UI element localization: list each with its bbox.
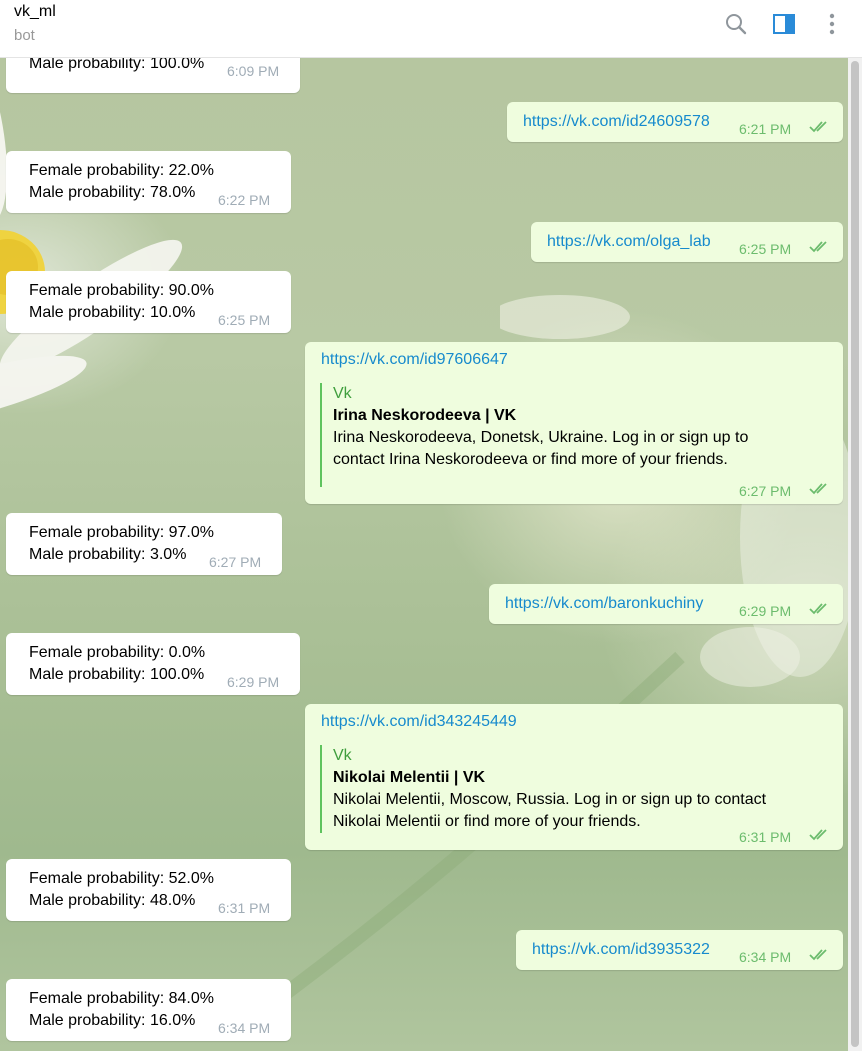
message-time: 6:31 PM xyxy=(739,829,792,845)
message-time: 6:31 PM xyxy=(218,900,271,916)
preview-title: Irina Neskorodeeva | VK xyxy=(333,407,517,424)
outgoing-message[interactable]: https://vk.com/olga_lab 6:25 PM xyxy=(531,222,843,262)
preview-title: Nikolai Melentii | VK xyxy=(333,769,486,786)
message-time: 6:25 PM xyxy=(739,241,792,257)
scrollbar-thumb[interactable] xyxy=(851,61,859,1047)
message-time: 6:29 PM xyxy=(739,603,792,619)
outgoing-message[interactable]: https://vk.com/baronkuchiny 6:29 PM xyxy=(489,584,843,624)
incoming-message[interactable]: Female probability: 97.0% Male probabili… xyxy=(6,513,282,575)
outgoing-message[interactable]: https://vk.com/id24609578 6:21 PM xyxy=(507,102,843,142)
more-vertical-icon[interactable] xyxy=(820,12,844,36)
chat-scrollbar[interactable] xyxy=(848,57,862,1051)
double-check-icon xyxy=(809,603,827,615)
message-time: 6:29 PM xyxy=(227,674,280,690)
message-text: Female probability: 52.0% xyxy=(29,870,214,887)
message-link[interactable]: https://vk.com/id97606647 xyxy=(321,349,508,371)
message-text: Female probability: 0.0% xyxy=(29,644,206,661)
chat-background[interactable]: Male probability: 100.0% 6:09 PM https:/… xyxy=(0,57,848,1051)
outgoing-message-with-preview[interactable]: https://vk.com/id97606647 Vk Irina Nesko… xyxy=(305,342,843,504)
message-link[interactable]: https://vk.com/id24609578 xyxy=(523,111,710,133)
message-link[interactable]: https://vk.com/baronkuchiny xyxy=(505,593,703,615)
outgoing-message-with-preview[interactable]: https://vk.com/id343245449 Vk Nikolai Me… xyxy=(305,704,843,850)
message-text: Female probability: 90.0% xyxy=(29,282,214,299)
message-time: 6:25 PM xyxy=(218,312,271,328)
message-text: Male probability: 100.0% xyxy=(29,666,205,683)
preview-description: Irina Neskorodeeva, Donetsk, Ukraine. Lo… xyxy=(333,429,749,446)
message-time: 6:34 PM xyxy=(218,1020,271,1036)
sidebar-toggle-icon[interactable] xyxy=(772,12,796,36)
message-text: Male probability: 100.0% xyxy=(29,57,205,72)
message-text: Male probability: 16.0% xyxy=(29,1012,196,1029)
message-text: Female probability: 84.0% xyxy=(29,990,214,1007)
incoming-message[interactable]: Female probability: 52.0% Male probabili… xyxy=(6,859,291,921)
message-time: 6:34 PM xyxy=(739,949,792,965)
preview-site-name: Vk xyxy=(333,385,352,402)
message-text: Male probability: 48.0% xyxy=(29,892,196,909)
message-text: Male probability: 78.0% xyxy=(29,184,196,201)
message-time: 6:21 PM xyxy=(739,121,792,137)
incoming-message[interactable]: Female probability: 0.0% Male probabilit… xyxy=(6,633,300,695)
double-check-icon xyxy=(809,121,827,133)
preview-description: Nikolai Melentii, Moscow, Russia. Log in… xyxy=(333,791,767,808)
message-link[interactable]: https://vk.com/olga_lab xyxy=(547,231,711,253)
message-time: 6:22 PM xyxy=(218,192,271,208)
link-preview[interactable]: Vk Irina Neskorodeeva | VK Irina Neskoro… xyxy=(320,383,843,487)
link-preview[interactable]: Vk Nikolai Melentii | VK Nikolai Melenti… xyxy=(320,745,843,833)
chat-status: bot xyxy=(14,27,35,44)
outgoing-message[interactable]: https://vk.com/id3935322 6:34 PM xyxy=(516,930,843,970)
preview-site-name: Vk xyxy=(333,747,352,764)
incoming-message[interactable]: Male probability: 100.0% 6:09 PM xyxy=(6,57,300,93)
incoming-message[interactable]: Female probability: 22.0% Male probabili… xyxy=(6,151,291,213)
message-text: Male probability: 3.0% xyxy=(29,546,187,563)
message-time: 6:27 PM xyxy=(209,554,262,570)
incoming-message[interactable]: Female probability: 90.0% Male probabili… xyxy=(6,271,291,333)
message-text: Female probability: 22.0% xyxy=(29,162,214,179)
message-time: 6:27 PM xyxy=(739,483,792,499)
chat-header: vk_ml bot xyxy=(0,0,862,58)
preview-description: contact Irina Neskorodeeva or find more … xyxy=(333,451,728,468)
search-icon[interactable] xyxy=(724,12,748,36)
chat-title[interactable]: vk_ml xyxy=(14,3,56,21)
double-check-icon xyxy=(809,483,827,495)
double-check-icon xyxy=(809,949,827,961)
message-link[interactable]: https://vk.com/id3935322 xyxy=(532,939,710,961)
double-check-icon xyxy=(809,241,827,253)
message-time: 6:09 PM xyxy=(227,63,280,79)
double-check-icon xyxy=(809,829,827,841)
message-text: Female probability: 97.0% xyxy=(29,524,214,541)
message-link[interactable]: https://vk.com/id343245449 xyxy=(321,711,517,733)
message-text: Male probability: 10.0% xyxy=(29,304,196,321)
incoming-message[interactable]: Female probability: 84.0% Male probabili… xyxy=(6,979,291,1041)
